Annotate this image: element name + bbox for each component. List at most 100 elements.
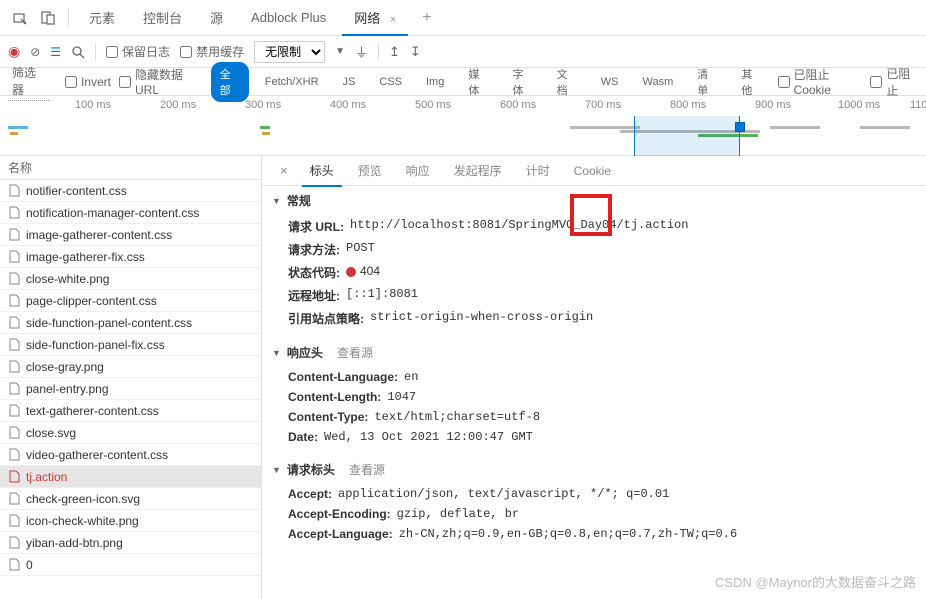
request-method-value: POST — [346, 241, 375, 258]
preserve-log-label: 保留日志 — [122, 43, 170, 60]
filter-pill-js[interactable]: JS — [335, 73, 364, 91]
file-icon — [8, 405, 20, 417]
table-row[interactable]: yiban-add-btn.png — [0, 532, 261, 554]
filter-pill-manifest[interactable]: 清单 — [689, 63, 725, 101]
blocked-checkbox[interactable]: 已阻止 — [870, 65, 918, 99]
preserve-log-checkbox[interactable]: 保留日志 — [106, 43, 170, 60]
upload-icon[interactable]: ↥ — [389, 44, 400, 60]
table-row[interactable]: image-gatherer-fix.css — [0, 246, 261, 268]
file-name: text-gatherer-content.css — [26, 404, 159, 418]
file-icon — [8, 273, 20, 285]
file-name: 0 — [26, 558, 33, 572]
detail-tab-preview[interactable]: 预览 — [346, 156, 394, 186]
header-key: Content-Type: — [288, 410, 368, 424]
filter-pill-other[interactable]: 其他 — [733, 63, 769, 101]
file-icon — [8, 471, 20, 483]
file-icon — [8, 339, 20, 351]
tick-label: 300 ms — [245, 99, 281, 111]
filter-pill-css[interactable]: CSS — [371, 73, 410, 91]
response-headers-toggle[interactable]: ▼ 响应头 查看源 — [262, 338, 926, 367]
network-conditions-icon[interactable]: ⏚ — [355, 42, 368, 61]
filter-pill-font[interactable]: 字体 — [504, 63, 540, 101]
detail-content[interactable]: ▼ 常规 请求 URL:http://localhost:8081/Spring… — [262, 186, 926, 599]
filter-toggle[interactable]: ☰ — [50, 45, 61, 59]
tab-elements[interactable]: 元素 — [77, 0, 127, 35]
record-button[interactable]: ◉ — [8, 43, 20, 60]
blocked-label: 已阻止 — [886, 65, 918, 99]
request-method-label: 请求方法: — [288, 241, 340, 258]
table-row[interactable]: icon-check-white.png — [0, 510, 261, 532]
general-section-body: 请求 URL:http://localhost:8081/SpringMVC_D… — [262, 215, 926, 338]
file-name: icon-check-white.png — [26, 514, 139, 528]
detail-tab-headers[interactable]: 标头 — [298, 156, 346, 186]
status-code-label: 状态代码: — [288, 264, 340, 281]
general-section-toggle[interactable]: ▼ 常规 — [262, 186, 926, 215]
tick-label: 200 ms — [160, 99, 196, 111]
filter-pill-media[interactable]: 媒体 — [460, 63, 496, 101]
download-icon[interactable]: ↧ — [410, 44, 421, 60]
header-value: en — [404, 370, 418, 384]
close-detail-button[interactable]: × — [270, 163, 298, 178]
file-name: image-gatherer-content.css — [26, 228, 172, 242]
top-bar: 元素 控制台 源 Adblock Plus 网络 × + — [0, 0, 926, 36]
table-row[interactable]: notification-manager-content.css — [0, 202, 261, 224]
table-row[interactable]: page-clipper-content.css — [0, 290, 261, 312]
tab-adblock[interactable]: Adblock Plus — [239, 2, 338, 33]
add-tab-button[interactable]: + — [412, 1, 441, 35]
filter-pill-doc[interactable]: 文档 — [549, 63, 585, 101]
filter-pill-img[interactable]: Img — [418, 73, 452, 91]
table-row[interactable]: close-gray.png — [0, 356, 261, 378]
blocked-cookie-checkbox[interactable]: 已阻止 Cookie — [778, 66, 863, 97]
table-row[interactable]: text-gatherer-content.css — [0, 400, 261, 422]
view-source-link[interactable]: 查看源 — [349, 461, 385, 478]
search-button[interactable] — [71, 45, 85, 59]
request-detail: × 标头 预览 响应 发起程序 计时 Cookie ▼ 常规 请求 URL:ht… — [262, 156, 926, 599]
filter-pill-fetch[interactable]: Fetch/XHR — [257, 73, 327, 91]
throttle-select[interactable]: 无限制 — [254, 41, 325, 63]
table-row[interactable]: close.svg — [0, 422, 261, 444]
view-source-link[interactable]: 查看源 — [337, 344, 373, 361]
tab-console[interactable]: 控制台 — [131, 0, 194, 35]
table-row[interactable]: notifier-content.css — [0, 180, 261, 202]
request-url-value: http://localhost:8081/SpringMVC_Day04/tj… — [350, 218, 688, 235]
clear-button[interactable]: ⊘ — [30, 45, 40, 59]
close-icon[interactable]: × — [390, 14, 396, 26]
table-row[interactable]: image-gatherer-content.css — [0, 224, 261, 246]
table-row[interactable]: panel-entry.png — [0, 378, 261, 400]
table-row[interactable]: 0 — [0, 554, 261, 576]
name-column-header[interactable]: 名称 — [0, 156, 261, 180]
chevron-down-icon[interactable]: ▼ — [335, 46, 345, 57]
filter-pill-ws[interactable]: WS — [593, 73, 627, 91]
file-name: close-white.png — [26, 272, 109, 286]
header-value: 1047 — [387, 390, 416, 404]
table-row[interactable]: check-green-icon.svg — [0, 488, 261, 510]
file-icon — [8, 559, 20, 571]
header-key: Content-Length: — [288, 390, 381, 404]
remote-address-value: [::1]:8081 — [346, 287, 418, 304]
tab-sources[interactable]: 源 — [198, 0, 235, 35]
detail-tab-timing[interactable]: 计时 — [514, 156, 562, 186]
inspect-icon[interactable] — [8, 6, 32, 30]
header-value: Wed, 13 Oct 2021 12:00:47 GMT — [324, 430, 533, 444]
tab-network[interactable]: 网络 × — [342, 0, 408, 35]
file-name: video-gatherer-content.css — [26, 448, 168, 462]
disable-cache-checkbox[interactable]: 禁用缓存 — [180, 43, 244, 60]
device-icon[interactable] — [36, 6, 60, 30]
invert-checkbox[interactable]: Invert — [65, 75, 111, 89]
table-row[interactable]: tj.action — [0, 466, 261, 488]
table-row[interactable]: side-function-panel-content.css — [0, 312, 261, 334]
triangle-down-icon: ▼ — [272, 196, 281, 206]
table-row[interactable]: side-function-panel-fix.css — [0, 334, 261, 356]
detail-tab-response[interactable]: 响应 — [394, 156, 442, 186]
table-row[interactable]: video-gatherer-content.css — [0, 444, 261, 466]
timeline-overview[interactable]: 100 ms 200 ms 300 ms 400 ms 500 ms 600 m… — [0, 96, 926, 156]
request-headers-toggle[interactable]: ▼ 请求标头 查看源 — [262, 455, 926, 484]
file-icon — [8, 317, 20, 329]
table-row[interactable]: close-white.png — [0, 268, 261, 290]
tick-label: 800 ms — [670, 99, 706, 111]
file-icon — [8, 251, 20, 263]
filter-pill-wasm[interactable]: Wasm — [635, 73, 682, 91]
hide-data-url-checkbox[interactable]: 隐藏数据 URL — [119, 66, 203, 97]
detail-tab-cookies[interactable]: Cookie — [562, 157, 623, 185]
detail-tab-initiator[interactable]: 发起程序 — [442, 156, 514, 186]
